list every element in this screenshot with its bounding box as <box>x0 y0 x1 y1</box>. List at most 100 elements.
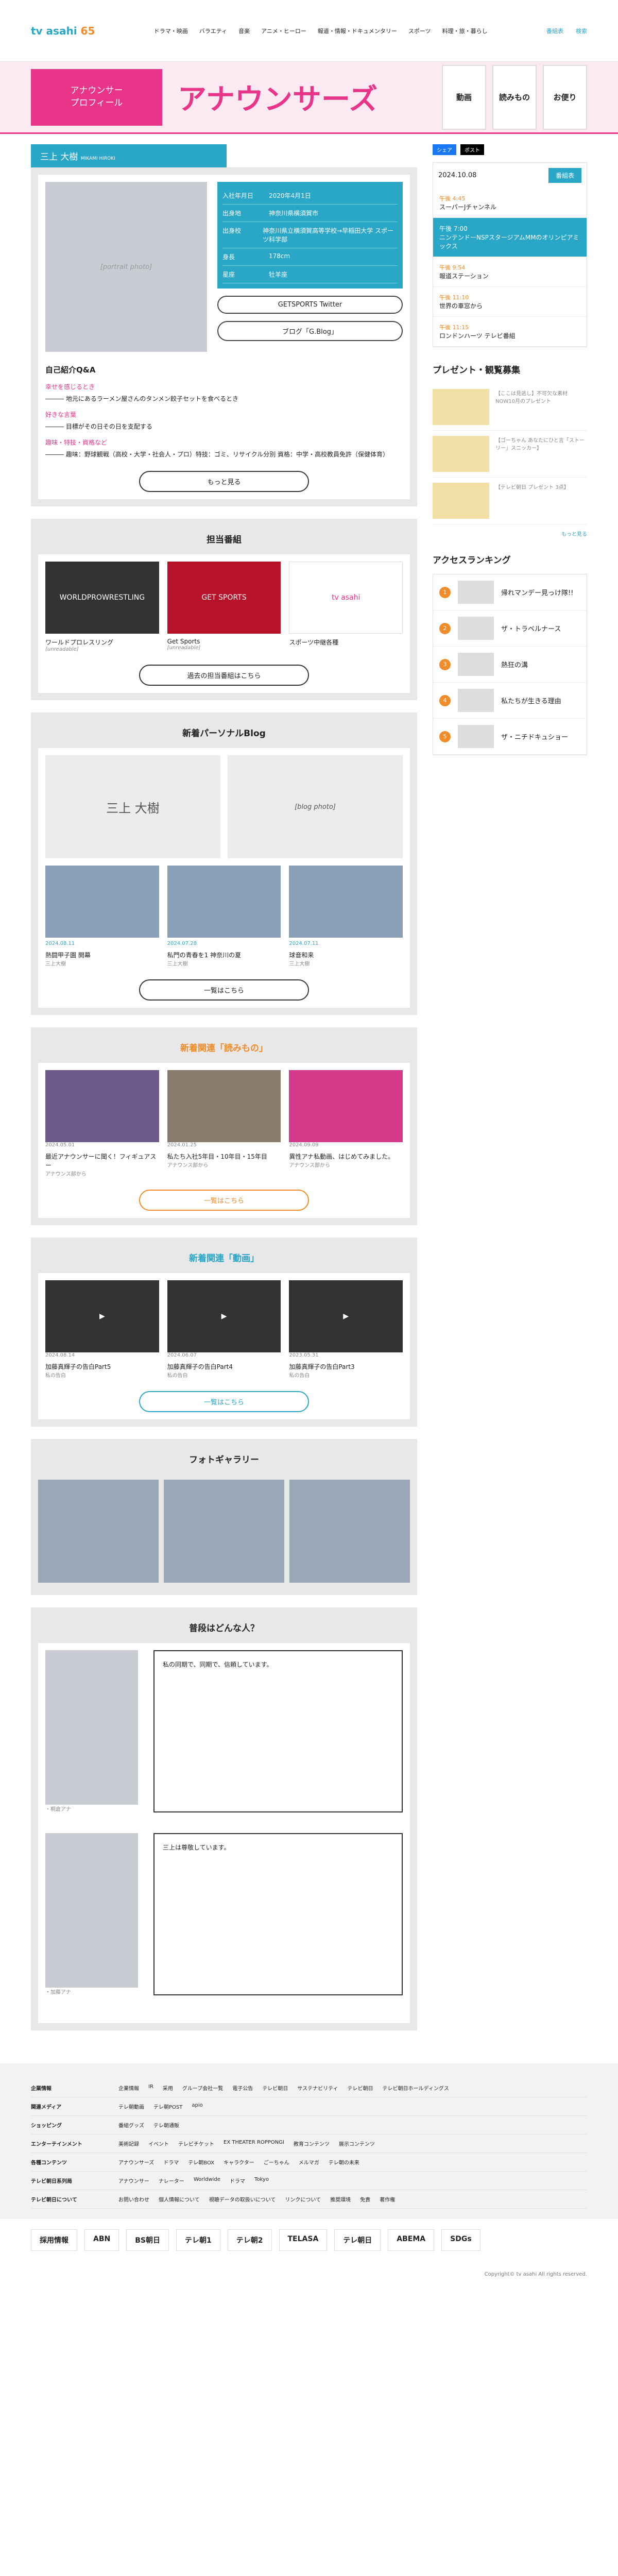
play-icon[interactable]: ▶ <box>343 1312 349 1320</box>
footer-link[interactable]: お問い合わせ <box>118 2195 149 2203</box>
blog-more-button[interactable]: 一覧はこちら <box>139 979 309 1001</box>
partner-logo[interactable]: TELASA <box>279 2229 328 2251</box>
blog-button[interactable]: ブログ「G.Blog」 <box>217 321 403 341</box>
past-shows-button[interactable]: 過去の担当番組はこちら <box>139 665 309 686</box>
video-card[interactable]: ▶ 2023.05.31 加藤真輝子の告白Part3 私の告白 <box>289 1280 403 1379</box>
gallery-image[interactable] <box>289 1480 410 1583</box>
footer-link[interactable]: Tokyo <box>254 2177 269 2184</box>
partner-logo[interactable]: SDGs <box>441 2229 480 2251</box>
nav-item-sports[interactable]: スポーツ <box>408 27 431 35</box>
tv-guide-icon[interactable]: 番組表 <box>546 27 563 35</box>
footer-link[interactable]: 展示コンテンツ <box>339 2140 375 2147</box>
blog-card[interactable]: 2024.08.11 熱闘甲子園 開幕 三上大樹 <box>45 866 159 967</box>
footer-link[interactable]: テレビチケット <box>178 2140 214 2147</box>
rank-item[interactable]: 1 帰れマンデー見っけ隊!! <box>433 574 587 611</box>
nav-item-music[interactable]: 音楽 <box>238 27 250 35</box>
rank-item[interactable]: 3 熱狂の溝 <box>433 647 587 683</box>
footer-link[interactable]: テレ朝POST <box>153 2103 182 2110</box>
rank-item[interactable]: 5 ザ・ニチドキュショー <box>433 719 587 755</box>
footer-link[interactable]: テレ朝通販 <box>153 2121 179 2129</box>
nav-item-drama[interactable]: ドラマ・映画 <box>154 27 188 35</box>
footer-link[interactable]: ドラマ <box>230 2177 245 2184</box>
site-logo[interactable]: tv asahi 65 <box>31 25 95 37</box>
footer-link[interactable]: サステナビリティ <box>297 2084 338 2092</box>
play-icon[interactable]: ▶ <box>99 1312 105 1320</box>
partner-logo[interactable]: テレ朝1 <box>176 2229 220 2251</box>
footer-link[interactable]: 教育コンテンツ <box>294 2140 330 2147</box>
footer-link[interactable]: EX THEATER ROPPONGI <box>224 2140 284 2147</box>
footer-link[interactable]: Worldwide <box>194 2177 220 2184</box>
footer-link[interactable]: ナレーター <box>159 2177 184 2184</box>
footer-link[interactable]: テレビ朝日 <box>348 2084 373 2092</box>
qa-more-button[interactable]: もっと見る <box>139 471 309 492</box>
partner-logo[interactable]: テレ朝2 <box>227 2229 272 2251</box>
footer-link[interactable]: キャラクター <box>224 2158 254 2166</box>
nav-item-anime[interactable]: アニメ・ヒーロー <box>261 27 306 35</box>
nav-item-life[interactable]: 料理・旅・暮らし <box>442 27 488 35</box>
gallery-image[interactable] <box>38 1480 159 1583</box>
present-item[interactable]: 【テレビ朝日 プレゼント 3点】 <box>433 478 587 524</box>
share-button[interactable]: シェア <box>433 144 456 155</box>
footer-link[interactable]: アナウンサー <box>118 2177 149 2184</box>
show-card[interactable]: tv asahi スポーツ中継各種 <box>289 562 403 652</box>
rank-item[interactable]: 4 私たちが生きる理由 <box>433 683 587 719</box>
footer-link[interactable]: 美術記録 <box>118 2140 139 2147</box>
present-item[interactable]: 【ここは見逃し】不可欠な素材 NOW10月のプレゼント <box>433 384 587 431</box>
read-card[interactable]: 2024.05.01 最近アナウンサーに聞く！フィギュアスー アナウンス部から <box>45 1070 159 1177</box>
schedule-item[interactable]: 午後 9:54 報道ステーション <box>433 257 587 287</box>
partner-logo[interactable]: ABN <box>84 2229 119 2251</box>
footer-link[interactable]: apio <box>192 2103 202 2110</box>
reads-more-button[interactable]: 一覧はこちら <box>139 1190 309 1211</box>
footer-link[interactable]: 推奨環境 <box>330 2195 351 2203</box>
footer-link[interactable]: 個人情報について <box>159 2195 200 2203</box>
footer-link[interactable]: 企業情報 <box>118 2084 139 2092</box>
partner-logo[interactable]: BS朝日 <box>126 2229 169 2251</box>
footer-link[interactable]: テレ朝の未来 <box>329 2158 359 2166</box>
read-card[interactable]: 2024.09.09 異性アナ私動画、はじめてみました。 アナウンス部から <box>289 1070 403 1177</box>
nav-item-variety[interactable]: バラエティ <box>199 27 227 35</box>
footer-link[interactable]: テレ朝動画 <box>118 2103 144 2110</box>
schedule-item-now[interactable]: 午後 7:00 ニンテンドーNSPスタージアムMMのオリンピアミックス <box>433 218 587 257</box>
show-card[interactable]: GET SPORTS Get Sports [unreadable] <box>167 562 281 652</box>
footer-link[interactable]: テレ朝BOX <box>188 2158 214 2166</box>
blog-card[interactable]: 2024.07.11 球音和来 三上大樹 <box>289 866 403 967</box>
footer-link[interactable]: アナウンサーズ <box>118 2158 154 2166</box>
partner-logo[interactable]: ABEMA <box>388 2229 435 2251</box>
rank-item[interactable]: 2 ザ・トラベルナース <box>433 611 587 647</box>
read-card[interactable]: 2024.01.25 私たち入社5年目・10年目・15年目 アナウンス部から <box>167 1070 281 1177</box>
blog-card[interactable]: 2024.07.28 私門の青春を1 神奈川の夏 三上大樹 <box>167 866 281 967</box>
present-item[interactable]: 【ゴーちゃん あなたにひと言「ストーリー」スニッカー】 <box>433 431 587 478</box>
gallery-image[interactable] <box>164 1480 284 1583</box>
banner-box-reads[interactable]: 読みもの <box>492 64 537 130</box>
video-card[interactable]: ▶ 2024.06.07 加藤真輝子の告白Part4 私の告白 <box>167 1280 281 1379</box>
footer-link[interactable]: ごーちゃん <box>264 2158 289 2166</box>
banner-box-videos[interactable]: 動画 <box>442 64 486 130</box>
partner-logo[interactable]: テレ朝日 <box>334 2229 381 2251</box>
post-button[interactable]: ポスト <box>460 144 484 155</box>
footer-link[interactable]: グループ会社一覧 <box>182 2084 223 2092</box>
footer-link[interactable]: 電子公告 <box>232 2084 253 2092</box>
videos-more-button[interactable]: 一覧はこちら <box>139 1391 309 1412</box>
tv-guide-button[interactable]: 番組表 <box>548 168 581 183</box>
footer-link[interactable]: イベント <box>148 2140 169 2147</box>
play-icon[interactable]: ▶ <box>221 1312 227 1320</box>
announcer-profile-button[interactable]: アナウンサー プロフィール <box>31 69 162 126</box>
footer-link[interactable]: 免責 <box>360 2195 370 2203</box>
partner-logo[interactable]: 採用情報 <box>31 2229 77 2251</box>
footer-link[interactable]: メルマガ <box>299 2158 319 2166</box>
footer-link[interactable]: テレビ朝日ホールディングス <box>383 2084 449 2092</box>
schedule-item[interactable]: 午後 11:15 ロンドンハーツ テレビ番組 <box>433 317 587 347</box>
schedule-item[interactable]: 午後 4:45 スーパーJチャンネル <box>433 188 587 218</box>
show-card[interactable]: WORLDPROWRESTLING ワールドプロレスリング [unreadable] <box>45 562 159 652</box>
footer-link[interactable]: 視聴データの取扱いについて <box>209 2195 276 2203</box>
schedule-item[interactable]: 午後 11:10 世界の車窓から <box>433 287 587 317</box>
footer-link[interactable]: ドラマ <box>163 2158 179 2166</box>
banner-box-letters[interactable]: お便り <box>543 64 587 130</box>
nav-item-news[interactable]: 報道・情報・ドキュメンタリー <box>318 27 397 35</box>
twitter-button[interactable]: GETSPORTS Twitter <box>217 296 403 314</box>
presents-more-link[interactable]: もっと見る <box>433 530 587 537</box>
video-card[interactable]: ▶ 2024.08.14 加藤真輝子の告白Part5 私の告白 <box>45 1280 159 1379</box>
footer-link[interactable]: 著作権 <box>380 2195 395 2203</box>
footer-link[interactable]: テレビ朝日 <box>262 2084 288 2092</box>
footer-link[interactable]: 番組グッズ <box>118 2121 144 2129</box>
